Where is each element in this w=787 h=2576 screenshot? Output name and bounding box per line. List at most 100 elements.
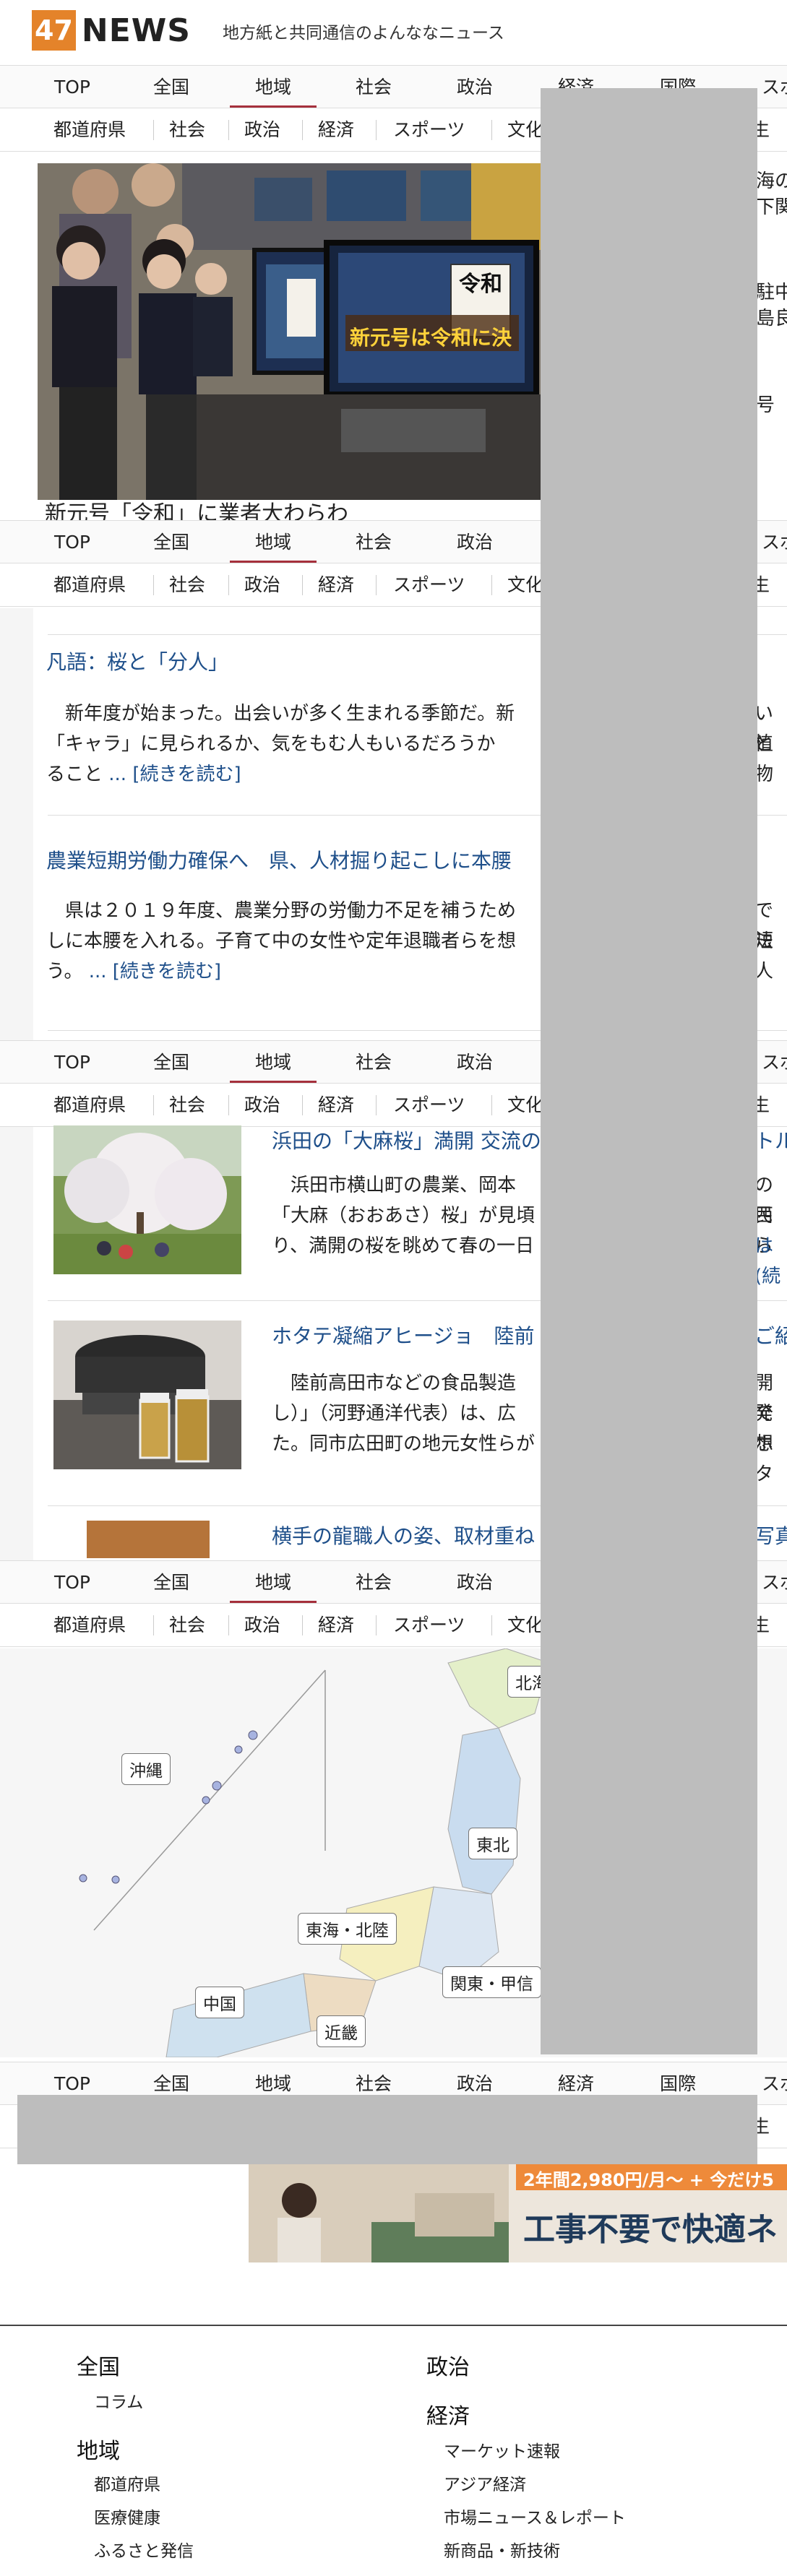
nav-item-2[interactable]: 地域 bbox=[230, 521, 317, 563]
subnav-item-4[interactable]: スポーツ bbox=[393, 563, 465, 606]
map-label-chugoku[interactable]: 中国 bbox=[195, 1987, 244, 2018]
subnav-item-0[interactable]: 都道府県 bbox=[53, 1604, 126, 1646]
hero-right-snippet-3: 駐中 bbox=[756, 282, 787, 303]
thumb-1-image[interactable] bbox=[53, 1125, 241, 1274]
footer-right-item-1[interactable]: マーケット速報 bbox=[444, 2437, 560, 2462]
article-1-read-more[interactable]: ... [続きを読む] bbox=[108, 764, 241, 785]
thumb-1-title[interactable]: 浜田の「大麻桜」満開 交流の bbox=[272, 1125, 541, 1154]
hero-screen-text: 新元号は令和に決 bbox=[350, 326, 512, 350]
footer-left-item-4[interactable]: ふるさと発信 bbox=[94, 2537, 194, 2562]
nav-item-2[interactable]: 地域 bbox=[230, 1561, 317, 1603]
article-1-line-2: 「キャラ」に見られるか、気をもむ人もいるだろうか bbox=[46, 733, 496, 755]
nav-item-4[interactable]: 政治 bbox=[431, 521, 518, 563]
article-2-line-2: しに本腰を入れる。子育て中の女性や定年退職者らを想 bbox=[46, 930, 517, 952]
subnav-item-2[interactable]: 政治 bbox=[244, 108, 280, 151]
map-label-tohoku[interactable]: 東北 bbox=[468, 1828, 517, 1859]
footer-right-item-4[interactable]: 新商品・新技術 bbox=[444, 2537, 560, 2562]
nav-item-1[interactable]: 全国 bbox=[128, 1561, 215, 1603]
thumb-1-line-3: り、満開の桜を眺めて春の一日 bbox=[272, 1235, 534, 1257]
subnav-item-4[interactable]: スポーツ bbox=[393, 108, 465, 151]
subnav-item-0[interactable]: 都道府県 bbox=[53, 1084, 126, 1126]
thumb-3-image[interactable] bbox=[87, 1521, 210, 1558]
thumb-3-title[interactable]: 横手の龍職人の姿、取材重ね bbox=[272, 1521, 535, 1550]
hero-photo[interactable]: 令和 新元号は令和に決 bbox=[38, 163, 541, 500]
subnav-item-2[interactable]: 政治 bbox=[244, 563, 280, 606]
nav-item-0[interactable]: TOP bbox=[29, 66, 116, 108]
subnav-separator bbox=[302, 575, 303, 595]
thumb-2-title[interactable]: ホタテ凝縮アヒージョ 陸前 bbox=[272, 1321, 534, 1349]
nav-item-3[interactable]: 社会 bbox=[330, 1041, 417, 1083]
article-2-title[interactable]: 農業短期労働力確保へ 県、人材掘り起こしに本腰 bbox=[46, 845, 512, 874]
subnav-item-1[interactable]: 社会 bbox=[169, 108, 205, 151]
subnav-separator bbox=[491, 575, 492, 595]
nav-item-2[interactable]: 地域 bbox=[230, 66, 317, 108]
nav-item-0[interactable]: TOP bbox=[29, 1561, 116, 1603]
thumb-2-title-right: ご紹 bbox=[754, 1324, 787, 1348]
footer-left-item-2[interactable]: 都道府県 bbox=[94, 2471, 160, 2495]
subnav-item-4[interactable]: スポーツ bbox=[393, 1604, 465, 1646]
subnav-item-0[interactable]: 都道府県 bbox=[53, 563, 126, 606]
nav-item-4[interactable]: 政治 bbox=[431, 66, 518, 108]
subnav-item-1[interactable]: 社会 bbox=[169, 1084, 205, 1126]
subnav-separator bbox=[228, 575, 229, 595]
thumb-2-line-1: 陸前高田市などの食品製造 bbox=[272, 1373, 517, 1394]
nav-item-1[interactable]: 全国 bbox=[128, 1041, 215, 1083]
map-label-tokai-hokuriku[interactable]: 東海・北陸 bbox=[298, 1913, 397, 1945]
subnav-item-1[interactable]: 社会 bbox=[169, 1604, 205, 1646]
map-label-kanto-koshin[interactable]: 関東・甲信 bbox=[442, 1966, 541, 1998]
nav-item-3[interactable]: 社会 bbox=[330, 1561, 417, 1603]
article-2-line-3-text: う。 bbox=[46, 961, 83, 982]
subnav-item-4[interactable]: スポーツ bbox=[393, 1084, 465, 1126]
footer-left-heading-1[interactable]: 全国 bbox=[77, 2349, 120, 2381]
subnav-separator bbox=[153, 120, 154, 140]
nav-item-3[interactable]: 社会 bbox=[330, 521, 417, 563]
footer-left-heading-2[interactable]: 地域 bbox=[77, 2433, 120, 2465]
nav-item-4[interactable]: 政治 bbox=[431, 1561, 518, 1603]
nav-item-0[interactable]: TOP bbox=[29, 521, 116, 563]
subnav-item-0[interactable]: 都道府県 bbox=[53, 108, 126, 151]
subnav-item-1[interactable]: 社会 bbox=[169, 563, 205, 606]
nav-item-1[interactable]: 全国 bbox=[128, 521, 215, 563]
subnav-item-5[interactable]: 文化 bbox=[507, 563, 543, 606]
subnav-item-3[interactable]: 経済 bbox=[318, 1604, 354, 1646]
subnav-item-3[interactable]: 経済 bbox=[318, 1084, 354, 1126]
ad-banner[interactable]: 2年間2,980円/月～ + 今だけ5 工事不要で快適ネ bbox=[249, 2164, 787, 2262]
nav-item-3[interactable]: 社会 bbox=[330, 66, 417, 108]
hero-right-snippet-5: 号 bbox=[756, 394, 775, 416]
footer-right-item-2[interactable]: アジア経済 bbox=[444, 2471, 526, 2495]
map-label-okinawa[interactable]: 沖縄 bbox=[121, 1753, 171, 1785]
footer-right-heading-2[interactable]: 経済 bbox=[426, 2398, 470, 2430]
logo[interactable]: 47 NEWS bbox=[32, 10, 191, 51]
article-1-title[interactable]: 凡語：桜と「分人」 bbox=[46, 647, 228, 675]
subnav-item-3[interactable]: 経済 bbox=[318, 108, 354, 151]
subnav-separator bbox=[376, 575, 377, 595]
subnav-separator bbox=[302, 1615, 303, 1635]
subnav-item-2[interactable]: 政治 bbox=[244, 1084, 280, 1126]
map-label-kinki[interactable]: 近畿 bbox=[317, 2015, 366, 2047]
subnav-separator bbox=[376, 1095, 377, 1115]
tagline: 地方紙と共同通信のよんななニュース bbox=[223, 24, 504, 43]
footer-right-item-3[interactable]: 市場ニュース＆レポート bbox=[444, 2504, 626, 2528]
subnav-item-3[interactable]: 経済 bbox=[318, 563, 354, 606]
nav-item-1[interactable]: 全国 bbox=[128, 66, 215, 108]
cherry-tree-illustration bbox=[53, 1125, 241, 1274]
nav-item-0[interactable]: TOP bbox=[29, 1041, 116, 1083]
thumb-3-title-right: 写真 bbox=[754, 1524, 787, 1548]
subnav-separator bbox=[302, 1095, 303, 1115]
subnav-item-2[interactable]: 政治 bbox=[244, 1604, 280, 1646]
subnav-item-5[interactable]: 文化 bbox=[507, 1084, 543, 1126]
footer-left-item-3[interactable]: 医療健康 bbox=[94, 2504, 160, 2528]
article-1-right-2: 植物 bbox=[754, 733, 774, 785]
footer-right-heading-1[interactable]: 政治 bbox=[426, 2349, 470, 2381]
article-2-read-more[interactable]: ... [続きを読む] bbox=[89, 961, 221, 982]
redaction-block-horizontal bbox=[17, 2095, 757, 2164]
nav-item-2[interactable]: 地域 bbox=[230, 1041, 317, 1083]
subnav-item-5[interactable]: 文化 bbox=[507, 1604, 543, 1646]
footer-left-item-1[interactable]: コラム bbox=[94, 2388, 143, 2413]
thumb-2-image[interactable] bbox=[53, 1321, 241, 1469]
hero-caption[interactable]: 新元号「令和」に業者大わらわ bbox=[45, 500, 551, 522]
cooking-illustration bbox=[53, 1321, 241, 1469]
subnav-item-5[interactable]: 文化 bbox=[507, 108, 543, 151]
thumb-1-line-2: 「大麻（おおあさ）桜」が見頃 bbox=[272, 1205, 536, 1227]
nav-item-4[interactable]: 政治 bbox=[431, 1041, 518, 1083]
